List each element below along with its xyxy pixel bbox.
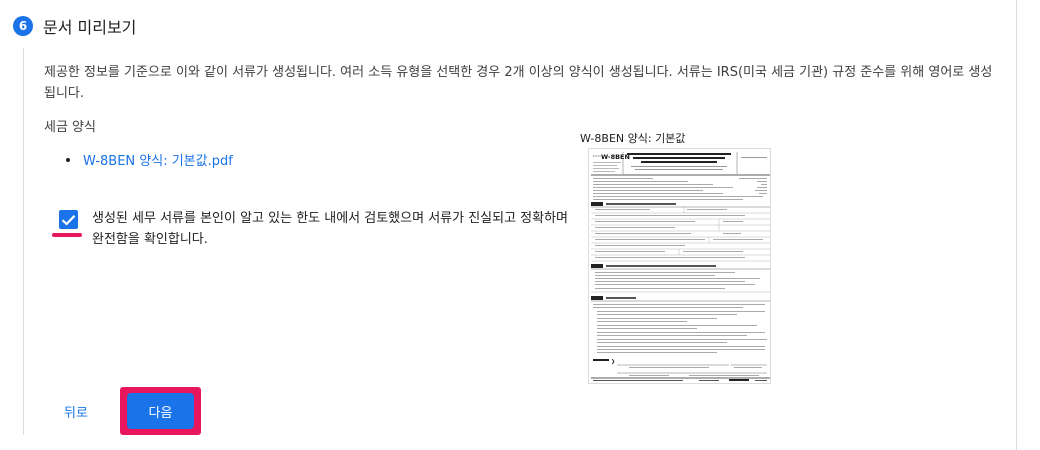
right-divider <box>1016 0 1017 450</box>
tax-form-file-list: W-8BEN 양식: 기본값.pdf <box>66 150 233 169</box>
description-text: 제공한 정보를 기준으로 이와 같이 서류가 생성됩니다. 여러 소득 유형을 … <box>44 65 993 101</box>
svg-text:Form: Form <box>593 154 601 158</box>
back-button[interactable]: 뒤로 <box>56 400 96 422</box>
step-title: 문서 미리보기 <box>43 18 137 37</box>
bullet-icon <box>66 157 70 162</box>
confirm-checkbox-label[interactable]: 생성된 세무 서류를 본인이 알고 있는 한도 내에서 검토했으며 서류가 진실… <box>92 208 572 250</box>
highlight-underline <box>52 233 82 237</box>
next-button[interactable]: 다음 <box>127 393 194 429</box>
checkmark-icon <box>61 214 76 226</box>
document-preview-thumbnail[interactable]: Form W-8BEN ❯ <box>588 148 771 384</box>
step-number-badge: 6 <box>13 16 33 36</box>
list-item: W-8BEN 양식: 기본값.pdf <box>66 150 233 169</box>
step-content-rule <box>23 48 24 435</box>
preview-label: W-8BEN 양식: 기본값 <box>580 132 686 145</box>
confirm-checkbox[interactable] <box>59 210 78 229</box>
w8ben-pdf-link[interactable]: W-8BEN 양식: 기본값.pdf <box>83 150 233 169</box>
form-id-text: W-8BEN <box>601 153 630 161</box>
svg-text:❯: ❯ <box>611 359 615 365</box>
tax-forms-label: 세금 양식 <box>44 120 96 135</box>
form-preview-image: Form W-8BEN ❯ <box>591 152 770 381</box>
